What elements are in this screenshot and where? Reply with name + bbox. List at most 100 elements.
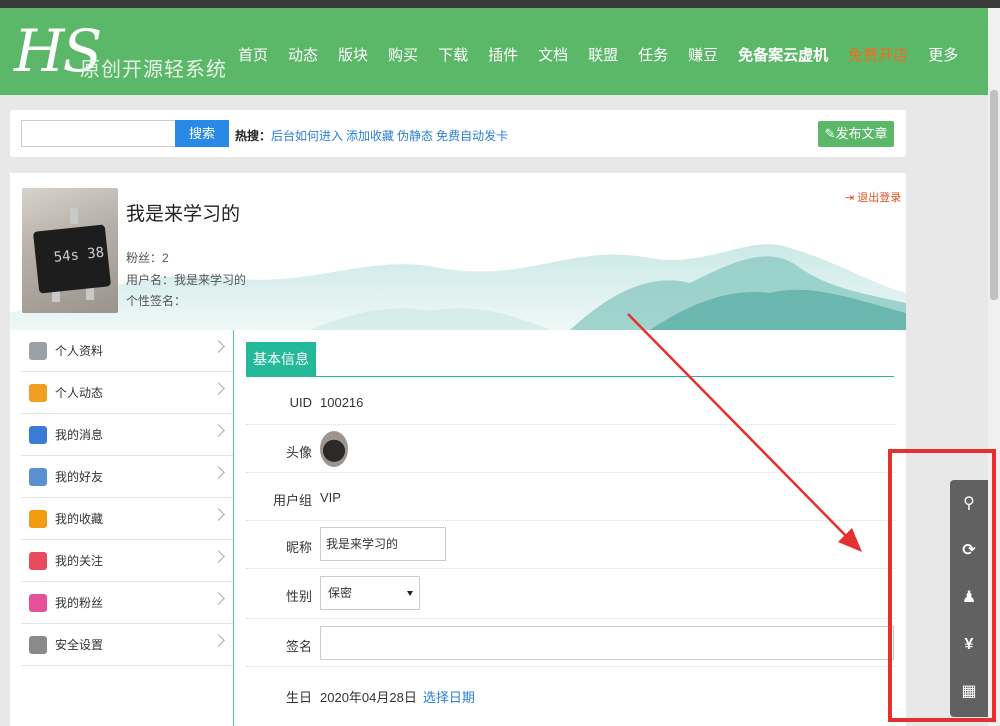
sidebar-item[interactable]: 我的消息 [21, 414, 233, 456]
avatar-label: 头像 [285, 445, 312, 460]
edit-icon: ✎ [824, 126, 836, 141]
hot-search-label: 热搜： [235, 129, 272, 143]
uid-row: UID 100216 [246, 377, 896, 425]
sidebar-item-label: 我的关注 [55, 554, 104, 568]
nav-item[interactable]: 联盟 [588, 44, 618, 65]
hot-searches: 热搜：后台如何进入 添加收藏 伪静态 免费自动发卡 [235, 127, 511, 144]
profile-card: 54s 38 我是来学习的 粉丝：2 用户名：我是来学习的 个性签名： ⇥ 退出… [10, 173, 906, 726]
chevron-right-icon [212, 592, 225, 605]
sidebar-item[interactable]: 个人资料 [21, 330, 233, 372]
nav-item[interactable]: 更多 [928, 44, 958, 65]
user-group-label: 用户组 [272, 493, 312, 508]
fan-user-icon [29, 593, 47, 612]
hot-search-link[interactable]: 免费自动发卡 [436, 129, 508, 143]
chip-body: 54s 38 [32, 224, 112, 294]
main-nav: 首页 动态 版块 购买 下载 插件 文档 联盟 任务 赚豆 免备案云虚机 免费开店 更多 [238, 44, 978, 65]
nickname-label: 昵称 [285, 540, 312, 555]
chevron-right-icon [212, 424, 225, 437]
choose-date-link[interactable]: 选择日期 [423, 690, 475, 705]
nav-item[interactable]: 免费开店 [848, 44, 908, 65]
hot-search-link[interactable]: 添加收藏 [346, 129, 394, 143]
sidebar-item-label: 我的好友 [55, 470, 104, 484]
nav-item[interactable]: 首页 [238, 44, 268, 65]
sidebar-item-label: 安全设置 [55, 638, 104, 652]
friends-icon [29, 467, 47, 486]
annotation-highlight-box [888, 449, 996, 722]
profile-banner: 54s 38 我是来学习的 粉丝：2 用户名：我是来学习的 个性签名： ⇥ 退出… [10, 173, 906, 330]
sidebar-item[interactable]: 我的关注 [21, 540, 233, 582]
logout-icon: ⇥ [845, 192, 858, 204]
profile-sidebar: 个人资料 个人动态我的消息我的好友我的收藏我的关注我的粉丝安全设置 [21, 330, 234, 726]
nav-item[interactable]: 免备案云虚机 [738, 44, 828, 65]
sidebar-item[interactable]: 我的收藏 [21, 498, 233, 540]
nav-item[interactable]: 赚豆 [688, 44, 718, 65]
chip-pin [70, 208, 78, 224]
sidebar-item-label: 我的收藏 [55, 512, 104, 526]
chevron-right-icon [212, 382, 225, 395]
chevron-right-icon [212, 466, 225, 479]
chevron-right-icon [212, 508, 225, 521]
sidebar-item[interactable]: 我的好友 [21, 456, 233, 498]
chevron-right-icon [212, 634, 225, 647]
nickname-input[interactable]: 我是来学习的 [320, 527, 446, 561]
chevron-right-icon [212, 340, 225, 353]
avatar-row: 头像 [246, 425, 896, 473]
id-card-icon [29, 341, 47, 360]
fans-count: 粉丝：2 [126, 251, 169, 265]
publish-article-button[interactable]: ✎发布文章 [818, 121, 894, 147]
signature-label: 签名 [285, 639, 312, 654]
nav-item[interactable]: 文档 [538, 44, 568, 65]
chip-marking: 54s 38 [52, 244, 105, 266]
user-group-value: VIP [320, 490, 341, 505]
chevron-right-icon [212, 550, 225, 563]
star-icon [29, 383, 47, 402]
profile-username: 我是来学习的 [126, 204, 241, 225]
signature-input[interactable] [320, 626, 894, 660]
nav-item[interactable]: 动态 [288, 44, 318, 65]
uid-value: 100216 [320, 395, 364, 410]
site-subtitle: 原创开源轻系统 [80, 59, 227, 81]
box-icon [29, 509, 47, 528]
login-name: 用户名：我是来学习的 [126, 273, 247, 287]
nav-item[interactable]: 版块 [338, 44, 368, 65]
sidebar-item-label: 我的粉丝 [55, 596, 104, 610]
search-input[interactable] [21, 120, 175, 147]
avatar-thumbnail[interactable] [320, 431, 348, 467]
site-header: HS 原创开源轻系统 首页 动态 版块 购买 下载 插件 文档 联盟 任务 赚豆 免备案云虚机 免费开… [0, 8, 988, 95]
hot-search-link[interactable]: 后台如何进入 [271, 129, 343, 143]
gender-label: 性别 [285, 589, 312, 604]
gender-row: 性别 保密 [246, 569, 896, 619]
user-group-row: 用户组 VIP [246, 473, 896, 521]
uid-label: UID [289, 395, 312, 410]
heart-icon [29, 551, 47, 570]
user-avatar[interactable]: 54s 38 [22, 188, 118, 313]
publish-label: 发布文章 [835, 126, 888, 141]
nav-item[interactable]: 下载 [438, 44, 468, 65]
birthday-label: 生日 [285, 690, 312, 705]
basic-info-panel: 基本信息 UID 100216 头像 用户组 VIP 昵称 我是来学习的 性别 … [246, 342, 896, 722]
signature-line: 个性签名： [126, 294, 187, 308]
sidebar-item[interactable]: 安全设置 [21, 624, 233, 666]
sidebar-item-label: 我的消息 [55, 428, 104, 442]
logout-label: 退出登录 [857, 192, 902, 204]
birthday-row: 生日 2020年04月28日 选择日期 [246, 667, 896, 717]
nickname-row: 昵称 我是来学习的 [246, 521, 896, 569]
search-button[interactable]: 搜索 [175, 120, 229, 147]
nav-item[interactable]: 插件 [488, 44, 518, 65]
gender-select[interactable]: 保密 [320, 576, 420, 610]
gear-icon [29, 635, 47, 654]
nav-item[interactable]: 任务 [638, 44, 668, 65]
nav-item[interactable]: 购买 [388, 44, 418, 65]
sidebar-item[interactable]: 个人动态 [21, 372, 233, 414]
hot-search-link[interactable]: 伪静态 [397, 129, 433, 143]
sidebar-item[interactable]: 我的粉丝 [21, 582, 233, 624]
scrollbar-thumb[interactable] [990, 90, 998, 300]
logout-link[interactable]: ⇥ 退出登录 [845, 189, 901, 205]
birthday-value: 2020年04月28日 [320, 690, 417, 705]
birthday-field: 2020年04月28日 选择日期 [320, 687, 475, 706]
chevron-down-icon [407, 591, 413, 596]
top-strip [0, 0, 1000, 8]
mailbox-icon [29, 425, 47, 444]
tab-basic-info[interactable]: 基本信息 [246, 342, 316, 376]
gender-value: 保密 [328, 586, 353, 600]
